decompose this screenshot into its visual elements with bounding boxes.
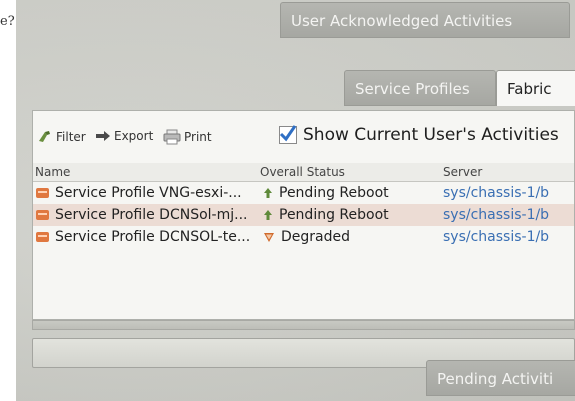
service-profile-icon [36, 210, 49, 220]
table-row[interactable]: Service Profile DCNSol-mj... Pending Reb… [33, 204, 574, 226]
row-server[interactable]: sys/chassis-1/b [443, 207, 549, 223]
tab-pending-activities-label: Pending Activiti [437, 370, 554, 388]
tab-user-acknowledged-activities-label: User Acknowledged Activities [291, 12, 513, 30]
row-name: Service Profile VNG-esxi-... [55, 185, 242, 201]
export-icon [96, 131, 110, 141]
toolbar: Filter Export Print Show Current User's … [33, 119, 574, 155]
column-header-name[interactable]: Name [35, 165, 70, 179]
row-server[interactable]: sys/chassis-1/b [443, 229, 549, 245]
filter-icon [39, 131, 50, 142]
export-button[interactable]: Export [95, 129, 153, 143]
tab-service-profiles[interactable]: Service Profiles [344, 70, 496, 106]
row-name: Service Profile DCNSOL-te... [55, 229, 251, 245]
checkmark-icon [279, 125, 297, 142]
show-current-users-activities-toggle[interactable]: Show Current User's Activities [279, 125, 559, 145]
down-triangle-icon [264, 233, 274, 242]
export-label: Export [114, 129, 154, 143]
service-profile-icon [36, 232, 49, 242]
table-row[interactable]: Service Profile VNG-esxi-... Pending Reb… [33, 182, 574, 204]
up-arrow-icon [264, 188, 272, 198]
up-arrow-icon [264, 210, 272, 220]
activities-window: User Acknowledged Activities Service Pro… [16, 0, 575, 401]
row-name: Service Profile DCNSol-mj... [55, 207, 248, 223]
column-header-overall-status[interactable]: Overall Status [260, 165, 345, 179]
row-status: Pending Reboot [279, 185, 389, 201]
tab-fabric-label: Fabric [507, 80, 552, 98]
print-label: Print [184, 130, 212, 144]
table-header: Name Overall Status Server [33, 163, 574, 182]
tab-service-profiles-label: Service Profiles [355, 80, 470, 98]
filter-button[interactable]: Filter [37, 129, 86, 145]
show-current-checkbox[interactable] [279, 125, 297, 144]
row-server[interactable]: sys/chassis-1/b [443, 185, 549, 201]
print-icon [163, 129, 181, 145]
row-status: Degraded [281, 229, 351, 245]
horizontal-scrollbar[interactable] [32, 320, 575, 330]
edge-text: e? [0, 14, 15, 29]
filter-label: Filter [56, 130, 86, 144]
print-button[interactable]: Print [163, 129, 212, 145]
column-header-server[interactable]: Server [443, 165, 482, 179]
activities-table: Name Overall Status Server Service Profi… [33, 163, 574, 248]
show-current-label: Show Current User's Activities [303, 125, 559, 145]
tab-fabric[interactable]: Fabric [496, 70, 575, 106]
table-row[interactable]: Service Profile DCNSOL-te... Degraded sy… [33, 226, 574, 248]
content-panel: Filter Export Print Show Current User's … [32, 110, 575, 320]
tab-user-acknowledged-activities[interactable]: User Acknowledged Activities [280, 2, 570, 38]
tab-pending-activities[interactable]: Pending Activiti [426, 360, 575, 396]
row-status: Pending Reboot [279, 207, 389, 223]
service-profile-icon [36, 188, 49, 198]
